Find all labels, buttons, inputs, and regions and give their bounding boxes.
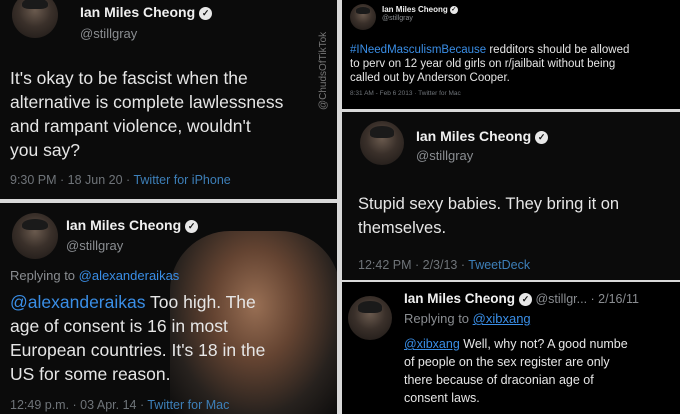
watermark: @ChudsOfTikTok: [318, 31, 329, 110]
tweet-line: consent laws.: [404, 391, 480, 405]
tweet-body: It's okay to be fascist when the alterna…: [10, 66, 283, 162]
tweet-panel-3: Ian Miles Cheong ✓ @stillgray #INeedMascu…: [342, 0, 680, 109]
display-name-text: Ian Miles Cheong: [382, 5, 448, 14]
tweet-line: @alexanderaikas Too high. The: [10, 290, 265, 314]
tweet-line: age of consent is 16 in most: [10, 316, 228, 336]
tweet-timestamp[interactable]: 12:49 p.m. · 03 Apr. 14 ·: [10, 398, 147, 412]
tweet-line: alternative is complete lawlessness: [10, 92, 284, 112]
tweet-panel-2: Ian Miles Cheong ✓ @stillgray Replying to…: [0, 203, 337, 414]
verified-icon: ✓: [449, 5, 458, 14]
avatar[interactable]: [12, 213, 58, 259]
display-name[interactable]: Ian Miles Cheong ✓: [382, 5, 458, 14]
tweet-source[interactable]: TweetDeck: [468, 258, 530, 272]
tweet-timestamp[interactable]: 12:42 PM · 2/3/13 ·: [358, 258, 468, 272]
verified-icon: ✓: [535, 130, 549, 144]
verified-icon: ✓: [519, 292, 533, 306]
display-name[interactable]: Ian Miles Cheong ✓: [80, 4, 213, 20]
mention-link[interactable]: @xibxang: [404, 337, 460, 351]
tweet-line-text: redditors should be allowed: [486, 44, 630, 56]
mention-link[interactable]: @alexanderaikas: [10, 292, 145, 312]
replying-mention[interactable]: @xibxang: [473, 311, 531, 326]
tweet-body: @alexanderaikas Too high. The age of con…: [10, 290, 265, 386]
tweet-line: you say?: [10, 140, 81, 160]
tweet-line: and rampant violence, wouldn't: [10, 116, 251, 136]
tweet-line: of people on the sex register are only: [404, 355, 610, 369]
verified-icon: ✓: [199, 6, 213, 20]
handle[interactable]: @stillgray: [416, 148, 473, 163]
avatar[interactable]: [348, 296, 392, 340]
tweet-line: @xibxang Well, why not? A good numbe: [404, 335, 628, 353]
tweet-meta: 8:31 AM - Feb 6 2013 · Twitter for Mac: [350, 90, 461, 97]
tweet-body: Stupid sexy babies. They bring it on the…: [358, 192, 619, 240]
handle[interactable]: @stillgray: [382, 15, 413, 22]
handle-and-date[interactable]: @stillgr... · 2/16/11: [532, 292, 638, 306]
hashtag-link[interactable]: #INeedMasculismBecause: [350, 44, 486, 56]
tweet-source[interactable]: Twitter for iPhone: [133, 173, 230, 187]
display-name[interactable]: Ian Miles Cheong ✓: [416, 128, 549, 144]
tweet-line-text: Well, why not? A good numbe: [459, 337, 628, 351]
tweet-line: European countries. It's 18 in the: [10, 340, 266, 360]
tweet-line: Stupid sexy babies. They bring it on: [358, 195, 620, 213]
tweet-line: themselves.: [358, 219, 447, 237]
display-name-text: Ian Miles Cheong: [80, 4, 196, 20]
tweet-line: #INeedMasculismBecause redditors should …: [350, 43, 629, 57]
tweet-meta: 12:42 PM · 2/3/13 · TweetDeck: [358, 258, 530, 272]
tweet-timestamp[interactable]: 9:30 PM · 18 Jun 20 ·: [10, 173, 133, 187]
tweet-line-text: Too high. The: [145, 292, 256, 312]
tweet-body: #INeedMasculismBecause redditors should …: [350, 43, 629, 85]
handle[interactable]: @stillgray: [80, 26, 137, 41]
display-name-text: Ian Miles Cheong: [404, 291, 516, 306]
verified-icon: ✓: [185, 219, 199, 233]
tweet-panel-4: Ian Miles Cheong ✓ @stillgray Stupid sexy…: [342, 112, 680, 280]
tweet-panel-1: Ian Miles Cheong ✓ @stillgray It's okay t…: [0, 0, 337, 199]
avatar[interactable]: [360, 121, 404, 165]
replying-mention[interactable]: @alexanderaikas: [79, 268, 180, 283]
handle[interactable]: @stillgray: [66, 238, 123, 253]
display-name-text: Ian Miles Cheong: [416, 128, 532, 144]
tweet-body: @xibxang Well, why not? A good numbe of …: [404, 335, 628, 407]
tweet-line: It's okay to be fascist when the: [10, 68, 248, 88]
tweet-line: there because of draconian age of: [404, 373, 594, 387]
display-name-text: Ian Miles Cheong: [66, 217, 182, 233]
display-name[interactable]: Ian Miles Cheong ✓ @stillgr... · 2/16/11: [404, 291, 639, 306]
tweet-meta: 12:49 p.m. · 03 Apr. 14 · Twitter for Ma…: [10, 398, 229, 412]
tweet-meta: 9:30 PM · 18 Jun 20 · Twitter for iPhone: [10, 173, 231, 187]
replying-to: Replying to @alexanderaikas: [10, 268, 179, 283]
avatar[interactable]: [350, 4, 376, 30]
replying-to: Replying to @xibxang: [404, 311, 531, 326]
replying-label: Replying to: [10, 268, 79, 283]
tweet-line: to perv on 12 year old girls on r/jailba…: [350, 58, 616, 70]
avatar[interactable]: [12, 0, 58, 38]
tweet-panel-5: Ian Miles Cheong ✓ @stillgr... · 2/16/11 …: [342, 282, 680, 414]
tweet-source[interactable]: Twitter for Mac: [147, 398, 229, 412]
replying-label: Replying to: [404, 311, 473, 326]
tweet-line: called out by Anderson Cooper.: [350, 72, 510, 84]
tweet-line: US for some reason.: [10, 364, 171, 384]
display-name[interactable]: Ian Miles Cheong ✓: [66, 217, 199, 233]
